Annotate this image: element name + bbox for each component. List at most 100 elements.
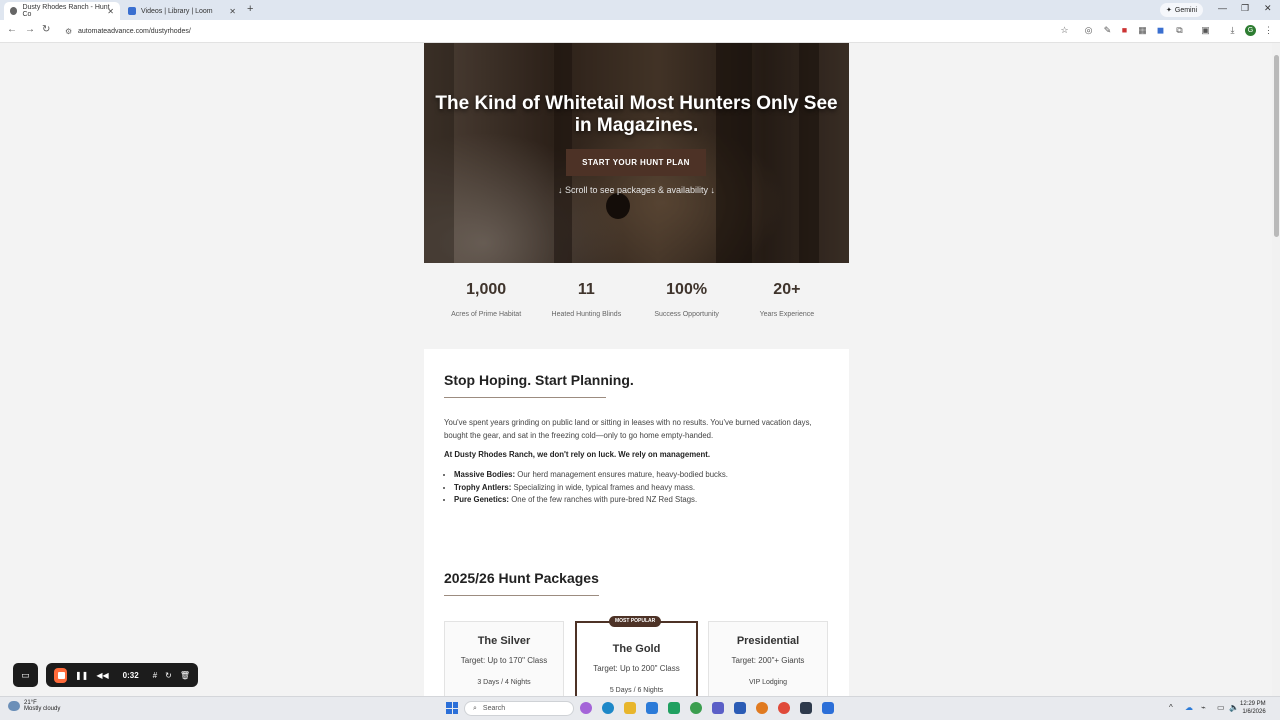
stat-label: Success Opportunity	[654, 311, 719, 318]
package-name: The Gold	[612, 643, 661, 655]
stat-acres: 1,000 Acres of Prime Habitat	[436, 281, 536, 318]
search-icon: ⌕	[473, 704, 477, 712]
packages-heading: 2025/26 Hunt Packages	[444, 570, 599, 586]
onedrive-icon[interactable]: ☁	[1185, 703, 1193, 712]
profile-avatar[interactable]: G	[1245, 25, 1256, 36]
stat-value: 11	[577, 281, 595, 298]
app-icon[interactable]	[822, 702, 834, 714]
package-detail: 3 Days / 4 Nights	[477, 679, 531, 686]
scrollbar-thumb[interactable]	[1274, 55, 1279, 237]
bullet-text: Our herd management ensures mature, heav…	[515, 470, 728, 479]
list-item: Trophy Antlers: Specializing in wide, ty…	[454, 482, 829, 495]
extension-grid-icon[interactable]: ▦	[1137, 25, 1148, 36]
mail-icon[interactable]	[646, 702, 658, 714]
tab-loom[interactable]: Videos | Library | Loom ✕	[122, 2, 242, 20]
rewind-icon[interactable]: ◀◀	[96, 671, 108, 680]
bullet-text: One of the few ranches with pure-bred NZ…	[509, 495, 698, 505]
restart-icon[interactable]: ↻	[165, 671, 172, 680]
package-target: Target: Up to 170" Class	[460, 656, 548, 665]
bullet-term: Pure Genetics:	[454, 495, 510, 505]
puzzle-icon[interactable]: ⧉	[1174, 25, 1185, 36]
intro-block: Stop Hoping. Start Planning.	[444, 372, 634, 398]
extension-icon[interactable]: ◎	[1083, 25, 1094, 36]
chevron-up-icon[interactable]: ^	[1169, 703, 1173, 712]
recording-app-icon[interactable]	[778, 702, 790, 714]
package-card-presidential[interactable]: Presidential Target: 200"+ Giants VIP Lo…	[708, 621, 828, 696]
taskbar: 21°F Mostly cloudy ⌕ Search ^ ☁ ⌁ ▭ 🔈 12…	[0, 696, 1280, 720]
extension-red-icon[interactable]: ■	[1119, 25, 1130, 36]
taskbar-search[interactable]: ⌕ Search	[464, 701, 574, 716]
package-detail: 5 Days / 6 Nights	[609, 687, 664, 694]
intro-heading: Stop Hoping. Start Planning.	[444, 372, 634, 388]
hero-section: The Kind of Whitetail Most Hunters Only …	[424, 43, 849, 263]
tab-label: Videos | Library | Loom	[141, 7, 213, 15]
new-tab-button[interactable]: +	[247, 3, 253, 15]
menu-icon[interactable]: ⋮	[1263, 25, 1274, 36]
heading-divider	[444, 595, 599, 596]
grid-icon[interactable]: #	[153, 671, 157, 680]
restore-icon[interactable]: ❐	[1241, 3, 1249, 14]
pause-icon[interactable]: ❚❚	[75, 671, 88, 680]
volume-icon[interactable]: 🔈	[1229, 703, 1239, 712]
system-clock[interactable]: 12:29 PM 1/6/2026	[1240, 700, 1266, 716]
forward-icon[interactable]: →	[25, 24, 35, 35]
package-target: Target: Up to 200" Class	[593, 664, 680, 673]
back-icon[interactable]: ←	[7, 24, 17, 35]
teams-icon[interactable]	[712, 702, 724, 714]
excel-icon[interactable]	[668, 702, 680, 714]
gemini-label: Gemini	[1174, 6, 1198, 14]
start-hunt-plan-button[interactable]: START YOUR HUNT PLAN	[566, 149, 706, 176]
heading-divider	[444, 397, 606, 398]
bookmark-star-icon[interactable]: ☆	[1059, 25, 1070, 36]
stop-recording-button[interactable]	[54, 667, 67, 683]
reload-icon[interactable]: ↻	[42, 24, 50, 35]
minimize-icon[interactable]: —	[1218, 3, 1227, 13]
clock-time: 12:29 PM	[1240, 701, 1266, 707]
intro-paragraph: You've spent years grinding on public la…	[444, 418, 812, 440]
weather-widget[interactable]: 21°F Mostly cloudy	[8, 700, 60, 712]
stat-label: Heated Hunting Blinds	[551, 311, 622, 318]
chrome-icon[interactable]	[690, 702, 702, 714]
scroll-hint: ↓ Scroll to see packages & availability …	[557, 185, 716, 195]
extension-blue-icon[interactable]: ◼	[1155, 25, 1166, 36]
management-statement: At Dusty Rhodes Ranch, we don't rely on …	[444, 450, 710, 459]
close-icon[interactable]: ✕	[229, 7, 236, 16]
package-name: The Silver	[477, 635, 531, 647]
url-text: automateadvance.com/dustyrhodes/	[78, 28, 191, 35]
trash-icon[interactable]: 🗑	[180, 671, 190, 680]
camera-icon: ▭	[21, 669, 30, 680]
sidepanel-icon[interactable]: ▣	[1200, 25, 1211, 36]
package-target: Target: 200"+ Giants	[731, 656, 805, 665]
vscode-icon[interactable]	[734, 702, 746, 714]
chrome-canary-icon[interactable]	[756, 702, 768, 714]
network-icon[interactable]: ▭	[1217, 703, 1225, 712]
gemini-button[interactable]: ✦ Gemini	[1160, 3, 1204, 17]
content-section: Stop Hoping. Start Planning. You've spen…	[424, 349, 849, 696]
site-info-icon[interactable]: ⚙	[65, 27, 72, 36]
terminal-icon[interactable]	[800, 702, 812, 714]
bullet-term: Trophy Antlers:	[454, 482, 512, 492]
copilot-icon[interactable]	[580, 702, 592, 714]
tab-dusty-rhodes[interactable]: Dusty Rhodes Ranch - Hunt Co ✕	[4, 2, 120, 20]
hero-title: The Kind of Whitetail Most Hunters Only …	[435, 93, 838, 136]
package-detail: VIP Lodging	[748, 679, 787, 686]
package-card-gold[interactable]: MOST POPULAR The Gold Target: Up to 200"…	[575, 616, 698, 696]
stat-success: 100% Success Opportunity	[637, 281, 737, 318]
edge-icon[interactable]	[602, 702, 614, 714]
loom-favicon-icon	[128, 7, 136, 15]
usb-icon[interactable]: ⌁	[1201, 703, 1206, 712]
pen-icon[interactable]: ✎	[1102, 25, 1113, 36]
stat-blinds: 11 Heated Hunting Blinds	[536, 281, 636, 318]
start-button[interactable]	[446, 702, 458, 714]
package-card-silver[interactable]: The Silver Target: Up to 170" Class 3 Da…	[444, 621, 564, 696]
file-explorer-icon[interactable]	[624, 702, 636, 714]
tab-label: Dusty Rhodes Ranch - Hunt Co	[22, 4, 110, 18]
close-icon[interactable]: ✕	[107, 7, 114, 16]
weather-condition: Mostly cloudy	[24, 706, 61, 712]
feature-list: Massive Bodies: Our herd management ensu…	[444, 469, 829, 507]
address-bar[interactable]: ⚙ automateadvance.com/dustyrhodes/	[60, 23, 1080, 40]
close-window-icon[interactable]: ✕	[1264, 3, 1272, 14]
most-popular-badge: MOST POPULAR	[609, 616, 662, 627]
camera-toggle-button[interactable]: ▭	[13, 663, 38, 687]
download-icon[interactable]: ⤓	[1227, 25, 1238, 36]
